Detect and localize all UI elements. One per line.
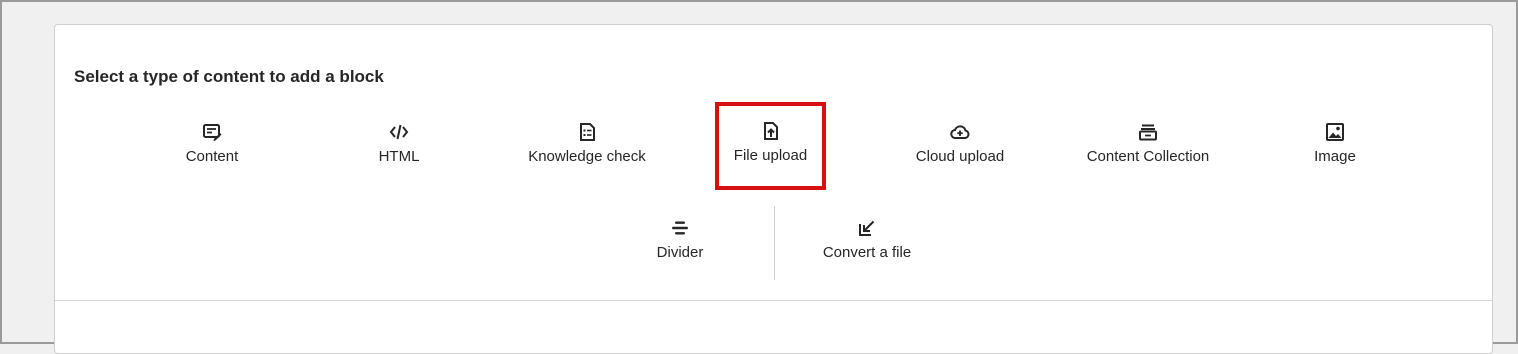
app-frame: Select a type of content to add a block … (0, 0, 1518, 354)
tile-label: Cloud upload (915, 148, 1005, 165)
tile-separator (774, 206, 775, 280)
tile-content[interactable]: Content (152, 105, 272, 185)
tile-label: Content Collection (1086, 148, 1210, 165)
content-edit-icon (201, 121, 223, 143)
add-block-panel: Select a type of content to add a block … (54, 24, 1493, 354)
tile-image[interactable]: Image (1275, 105, 1395, 185)
divider-icon (669, 217, 691, 239)
tile-knowledge-check[interactable]: Knowledge check (517, 105, 657, 185)
file-upload-icon (760, 120, 782, 142)
tile-label: Convert a file (822, 244, 912, 261)
tile-label: Content (185, 148, 239, 165)
tile-cloud-upload[interactable]: Cloud upload (900, 105, 1020, 185)
tile-convert-file[interactable]: Convert a file (807, 201, 927, 281)
image-icon (1324, 121, 1346, 143)
tile-html[interactable]: HTML (339, 105, 459, 185)
tile-divider[interactable]: Divider (620, 201, 740, 281)
tile-content-collection[interactable]: Content Collection (1068, 105, 1228, 185)
cloud-upload-icon (949, 121, 971, 143)
tile-label: HTML (378, 148, 420, 165)
panel-heading: Select a type of content to add a block (74, 67, 384, 86)
tile-label: Divider (656, 244, 704, 261)
tile-file-upload[interactable]: File upload (715, 102, 826, 190)
archive-collection-icon (1137, 121, 1159, 143)
tile-label: Image (1314, 148, 1356, 165)
code-icon (388, 121, 410, 143)
checklist-document-icon (576, 121, 598, 143)
tile-label: File upload (733, 147, 808, 164)
convert-arrow-icon (856, 217, 878, 239)
panel-divider (55, 300, 1492, 301)
tile-label: Knowledge check (528, 148, 646, 165)
